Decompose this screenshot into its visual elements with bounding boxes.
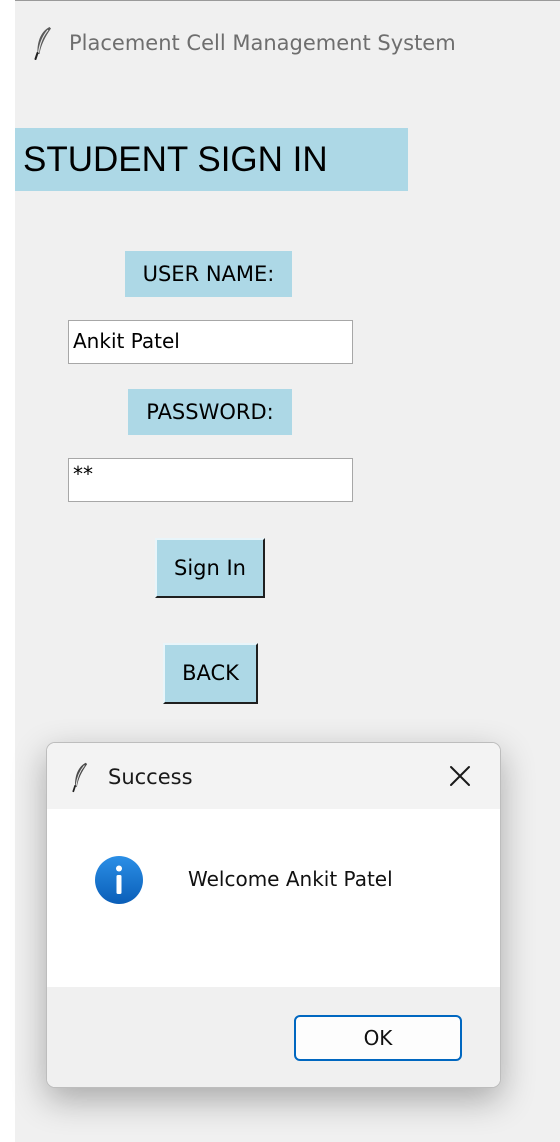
feather-icon xyxy=(72,762,88,793)
back-button[interactable]: BACK xyxy=(163,643,258,704)
dialog-footer: OK xyxy=(47,987,500,1087)
page-title: STUDENT SIGN IN xyxy=(15,128,408,191)
dialog-titlebar[interactable]: Success xyxy=(47,743,500,809)
dialog-title: Success xyxy=(108,765,193,789)
sign-in-button[interactable]: Sign In xyxy=(155,538,265,598)
success-dialog: Success Welcome Ankit Patel OK xyxy=(46,742,501,1088)
info-icon xyxy=(95,856,143,904)
dialog-message: Welcome Ankit Patel xyxy=(188,867,393,891)
password-input[interactable]: ** xyxy=(68,458,353,502)
ok-button[interactable]: OK xyxy=(294,1015,462,1061)
username-input[interactable]: Ankit Patel xyxy=(68,320,353,364)
window-titlebar[interactable]: Placement Cell Management System xyxy=(15,1,560,77)
dialog-body: Welcome Ankit Patel xyxy=(47,809,500,987)
close-icon[interactable] xyxy=(447,763,473,789)
feather-icon xyxy=(34,27,51,60)
username-label: USER NAME: xyxy=(125,251,292,297)
window-title: Placement Cell Management System xyxy=(69,31,456,55)
password-label: PASSWORD: xyxy=(128,389,292,435)
